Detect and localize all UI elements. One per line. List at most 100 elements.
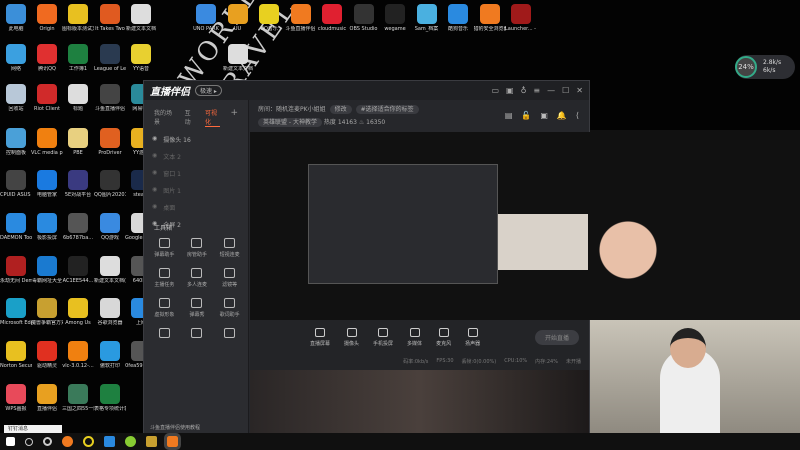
desktop-icon[interactable]: 永劫无间 Demo xyxy=(0,256,32,284)
desktop-icon[interactable]: 酷狗音乐 xyxy=(442,4,474,32)
desktop-icon[interactable]: 新建文本文档 xyxy=(125,4,157,32)
tool-item[interactable]: 弹幕助手 xyxy=(148,238,181,258)
desktop-icon[interactable]: 标题 xyxy=(62,84,94,112)
desktop-icon[interactable]: YY语音 xyxy=(125,44,157,72)
desktop-icon[interactable]: League of Legends xyxy=(94,44,126,72)
source-button[interactable]: 直播屏幕 xyxy=(310,328,330,347)
window-button[interactable]: ▣ xyxy=(506,86,514,95)
desktop-icon[interactable]: 猎豹安全浏览器 xyxy=(474,4,506,32)
desktop-icon[interactable]: 图标版本测试文档 xyxy=(62,4,94,32)
desktop-icon[interactable]: 斗鱼直播伴侣 xyxy=(94,84,126,112)
tool-item[interactable]: 主播任务 xyxy=(148,268,181,288)
eye-icon[interactable]: ◉ xyxy=(152,152,157,161)
desktop-icon[interactable]: 三国之四55一图上站 xyxy=(62,384,94,412)
desktop-icon[interactable]: 新建文本文档 xyxy=(222,44,254,72)
window-button[interactable]: ▭ xyxy=(491,86,499,95)
header-icon[interactable]: 🔔 xyxy=(557,111,567,120)
desktop-icon[interactable]: 驱动精灵 xyxy=(31,341,63,369)
add-scene-button[interactable]: + xyxy=(230,108,238,127)
source-button[interactable]: 麦克风 xyxy=(436,328,451,347)
desktop-icon[interactable]: OBS Studio xyxy=(348,4,380,32)
desktop-icon[interactable]: 网络 xyxy=(0,44,32,72)
tool-item[interactable] xyxy=(181,328,214,341)
window-button[interactable]: ♁ xyxy=(521,86,527,95)
taskbar-app-uu[interactable] xyxy=(146,436,157,447)
eye-icon[interactable]: ◉ xyxy=(152,169,157,178)
desktop-icon[interactable]: 控制面板 xyxy=(0,128,32,156)
tab-visual[interactable]: 可视化 xyxy=(204,108,221,127)
desktop-icon[interactable]: 斗鱼直播伴侣 xyxy=(285,4,317,32)
stream-preview[interactable] xyxy=(250,132,590,320)
desktop-icon[interactable]: Riot Client xyxy=(31,84,63,112)
desktop-icon[interactable]: 新建文本文档(2) xyxy=(94,256,126,284)
desktop-icon[interactable]: VLC media player xyxy=(31,128,63,156)
scene-item[interactable]: ◉ 摄像头 16 xyxy=(144,131,248,148)
desktop-icon[interactable]: ProDriver xyxy=(94,128,126,156)
desktop-icon[interactable]: 5E对战平台 xyxy=(62,170,94,198)
scene-item[interactable]: ◉ 图片 1 xyxy=(144,182,248,199)
desktop-icon[interactable]: 表格专项统计表 xyxy=(94,384,126,412)
header-icon[interactable]: ▣ xyxy=(540,111,548,120)
window-button[interactable]: — xyxy=(547,86,555,95)
desktop-icon[interactable]: 直播伴侣 xyxy=(31,384,63,412)
window-button[interactable]: ✕ xyxy=(576,86,583,95)
source-button[interactable]: 多媒体 xyxy=(407,328,422,347)
tool-item[interactable] xyxy=(213,328,246,341)
desktop-icon[interactable]: 此电脑 xyxy=(0,4,32,32)
desktop-icon[interactable]: Microsoft Edge xyxy=(0,298,32,326)
header-icon[interactable]: ⟨ xyxy=(576,111,579,120)
scene-item[interactable]: ◉ 桌面 xyxy=(144,199,248,216)
desktop-icon[interactable]: wegame xyxy=(379,4,411,32)
desktop-icon[interactable]: Origin xyxy=(31,4,63,32)
start-button[interactable] xyxy=(6,437,15,446)
title-bar[interactable]: 直播伴侣 极速 ▸ ▭ ▣ ♁ ≡ — ☐ ✕ xyxy=(144,81,589,100)
taskbar-app-live-companion[interactable] xyxy=(164,433,181,450)
desktop-icon[interactable]: UNO PARK xyxy=(190,4,222,32)
taskbar-app-qqmusic[interactable] xyxy=(125,436,136,447)
tab-scenes[interactable]: 我的场景 xyxy=(154,108,175,127)
desktop-icon[interactable]: QQ游戏 xyxy=(94,213,126,241)
taskbar-app-kugou[interactable] xyxy=(104,436,115,447)
desktop-icon[interactable]: DAEMON Tools Lite xyxy=(0,213,32,241)
tool-item[interactable]: 多人连麦 xyxy=(181,268,214,288)
scene-item[interactable]: ◉ 文本 2 xyxy=(144,148,248,165)
desktop-icon[interactable]: WPS画报 xyxy=(0,384,32,412)
source-button[interactable]: 手机投屏 xyxy=(373,328,393,347)
tool-item[interactable]: 滤镜等 xyxy=(213,268,246,288)
desktop-icon[interactable]: 腾讯QQ xyxy=(31,44,63,72)
desktop-icon[interactable]: Launcher... - 快捷方式 xyxy=(505,4,537,32)
tool-item[interactable]: 房管助手 xyxy=(181,238,214,258)
task-view-icon[interactable] xyxy=(43,437,52,446)
tutorial-link[interactable]: 斗鱼直播伴侣使用教程 xyxy=(150,424,200,431)
tool-item[interactable] xyxy=(148,328,181,341)
desktop-icon[interactable]: UU xyxy=(222,4,254,32)
desktop-icon[interactable]: 工作簿1 xyxy=(62,44,94,72)
search-icon[interactable] xyxy=(25,437,33,446)
desktop-icon[interactable]: Norton Security xyxy=(0,341,32,369)
edit-title-button[interactable]: 修改 xyxy=(329,105,352,114)
desktop-icon[interactable]: Sam_档案 xyxy=(411,4,443,32)
desktop-icon[interactable]: 6b6787ba... xyxy=(62,213,94,241)
desktop-icon[interactable]: vlc-3.0.12-... xyxy=(62,341,94,369)
desktop-icon[interactable]: 谷歌浏览器 xyxy=(94,298,126,326)
network-gauge[interactable]: 24% 2.8k/s 6k/s xyxy=(735,55,795,79)
taskbar-app-browser[interactable] xyxy=(62,436,73,447)
tab-interact[interactable]: 互动 xyxy=(185,108,195,127)
tool-item[interactable]: 歌词助手 xyxy=(213,298,246,318)
tool-item[interactable]: 虚拟形象 xyxy=(148,298,181,318)
desktop-icon[interactable]: 电脑管家 xyxy=(31,170,63,198)
desktop-icon[interactable]: Among Us xyxy=(62,298,94,326)
go-live-button[interactable]: 开始直播 xyxy=(534,330,579,345)
desktop-icon[interactable]: 极影投屏 xyxy=(31,213,63,241)
header-icon[interactable]: 🔓 xyxy=(521,111,531,120)
tool-item[interactable]: 弹幕秀 xyxy=(181,298,214,318)
desktop-icon[interactable]: 回收站 xyxy=(0,84,32,112)
category-button[interactable]: 英雄联盟 - 大神教学 xyxy=(258,118,322,127)
window-button[interactable]: ☐ xyxy=(562,86,569,95)
scene-item[interactable]: ◉ 窗口 1 xyxy=(144,165,248,182)
tag-button[interactable]: #选择适合你的标签 xyxy=(355,105,419,114)
mode-badge[interactable]: 极速 ▸ xyxy=(195,85,222,96)
source-button[interactable]: 摄像头 xyxy=(344,328,359,347)
desktop-icon[interactable]: It Takes Two xyxy=(94,4,126,32)
eye-icon[interactable]: ◉ xyxy=(152,203,157,212)
